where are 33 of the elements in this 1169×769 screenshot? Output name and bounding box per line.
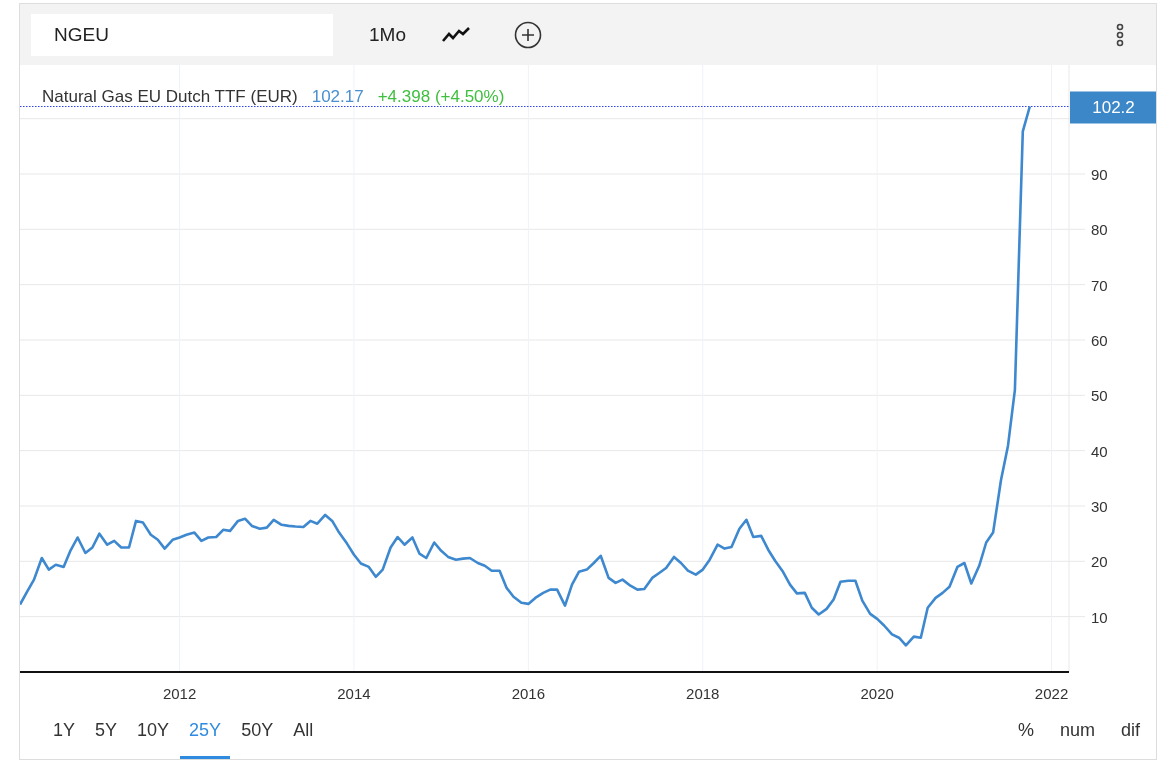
- axis-label: 90: [1091, 166, 1108, 183]
- axis-label: 40: [1091, 442, 1108, 460]
- axis-label: 20: [1091, 553, 1108, 571]
- axis-label: 30: [1091, 498, 1108, 515]
- axis-label: 2012: [162, 685, 197, 702]
- add-icon[interactable]: [513, 20, 542, 49]
- line-chart-icon[interactable]: [441, 25, 470, 44]
- mode-button[interactable]: num: [1049, 705, 1105, 759]
- axis-label: 10: [1091, 608, 1108, 626]
- mode-button[interactable]: dif: [1111, 705, 1150, 759]
- axis-label: 2016: [511, 685, 546, 702]
- axis-label: 2022: [1034, 685, 1069, 702]
- axis-label: 70: [1091, 276, 1108, 294]
- series-change: +4.398 (+4.50%): [377, 87, 505, 107]
- range-tab[interactable]: All: [284, 705, 323, 759]
- axis-label: 2018: [686, 685, 720, 702]
- range-tab[interactable]: 25Y: [180, 705, 231, 759]
- series-price: 102.17: [311, 87, 364, 107]
- mode-button[interactable]: %: [1007, 705, 1044, 759]
- axis-label: 2020: [860, 685, 894, 702]
- range-tab[interactable]: 1Y: [44, 705, 85, 759]
- axis-label: 2014: [337, 685, 371, 702]
- interval-button[interactable]: 1Mo: [369, 19, 406, 50]
- symbol-field[interactable]: NGEU: [31, 13, 333, 56]
- range-tab[interactable]: 50Y: [232, 705, 283, 759]
- series-title: Natural Gas EU Dutch TTF (EUR): [42, 87, 298, 107]
- axis-label: 80: [1091, 221, 1108, 239]
- axis-label: 60: [1091, 332, 1108, 349]
- range-tab[interactable]: 10Y: [128, 705, 179, 759]
- price-tag: 102.2: [1070, 91, 1156, 124]
- more-icon[interactable]: [1116, 22, 1124, 47]
- range-tab[interactable]: 5Y: [86, 705, 127, 759]
- axis-label: 50: [1091, 387, 1108, 405]
